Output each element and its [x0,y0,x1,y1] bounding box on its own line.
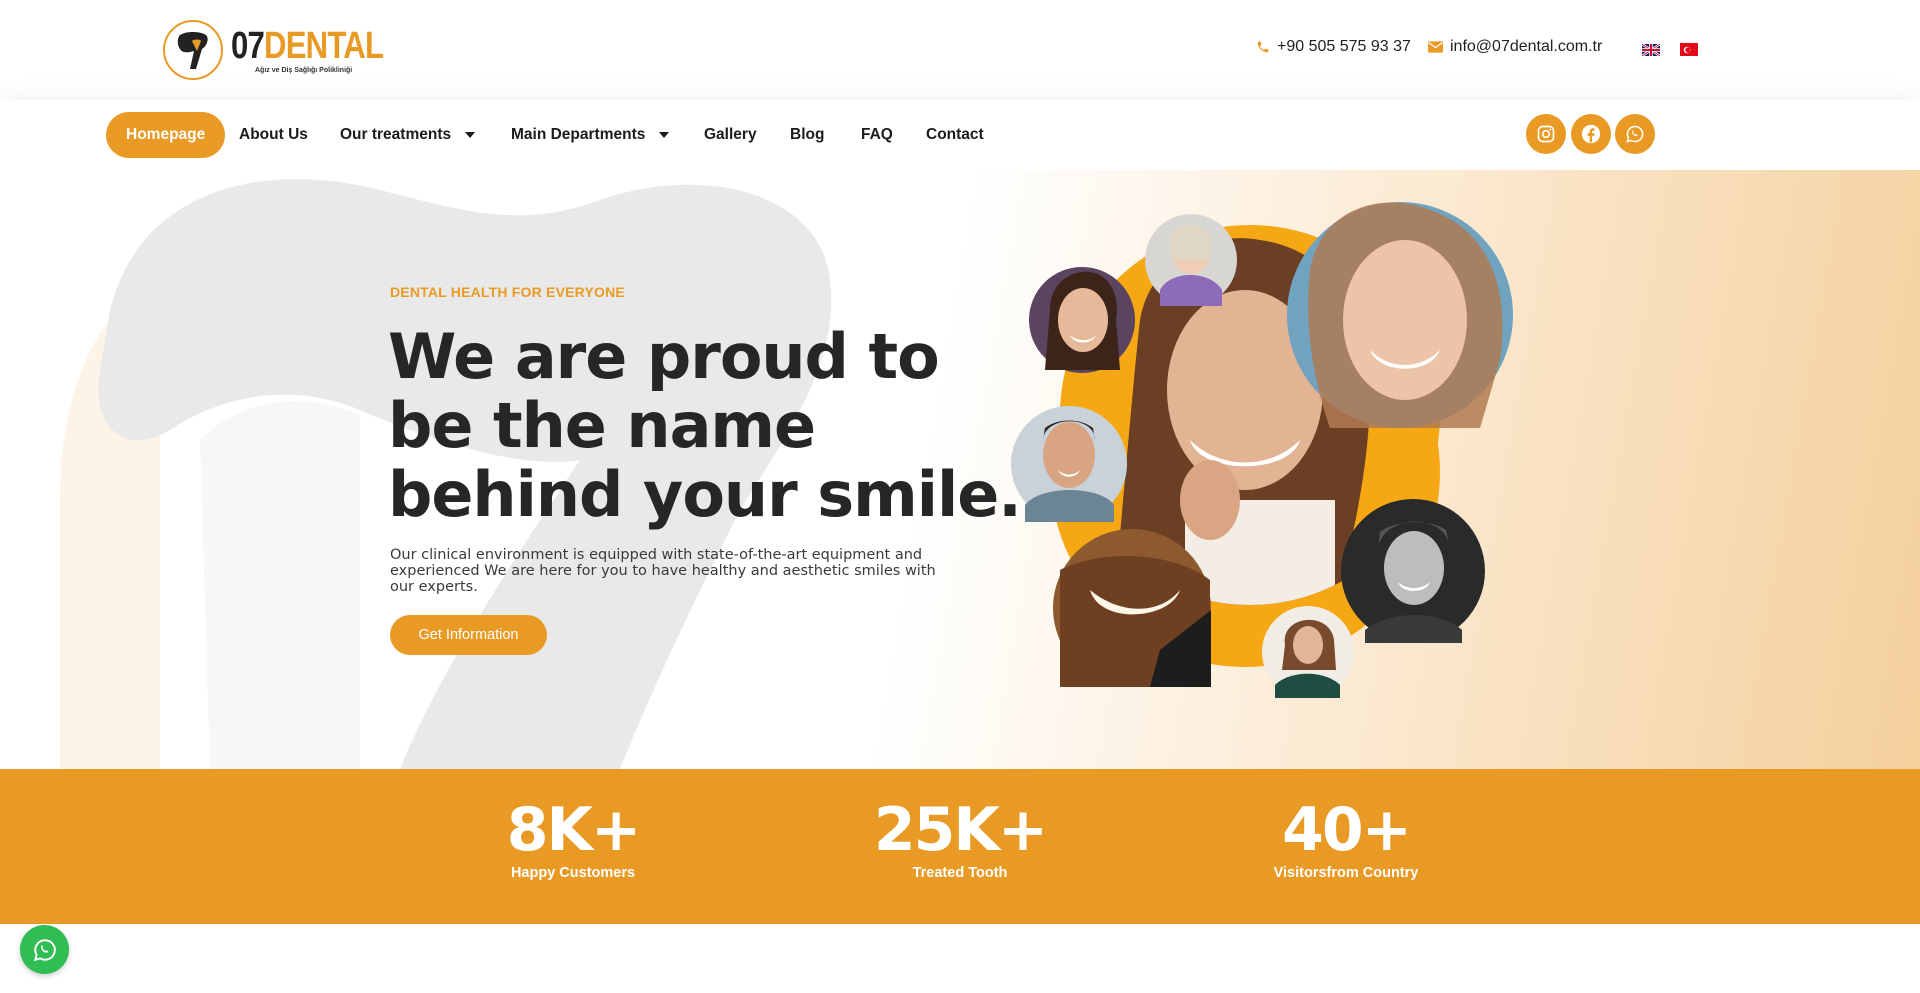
logo-tagline: Ağız ve Diş Sağlığı Polikliniği [255,66,353,74]
nav-item-contact[interactable]: Contact [926,112,984,158]
stat-value: 40+ [1282,795,1412,865]
portrait-photo-left-middle [1011,406,1127,522]
logo-wordmark: 07DENTAL [231,24,384,67]
phone-link[interactable]: +90 505 575 93 37 [1256,38,1411,56]
nav-label: Homepage [126,126,206,143]
stats-section: 8K+ Happy Customers 25K+ Treated Tooth 4… [0,769,1920,924]
stat-label: Happy Customers [510,865,636,881]
stat-value: 8K+ [506,795,642,865]
top-bar: 07DENTAL Ağız ve Diş Sağlığı Polikliniği… [0,0,1920,100]
logo-name: DENTAL [264,24,384,67]
nav-item-homepage[interactable]: Homepage [106,112,226,158]
smile-photo-collage [1011,202,1513,698]
facebook-icon[interactable] [1571,114,1611,154]
phone-number: +90 505 575 93 37 [1277,38,1411,55]
nav-label: Contact [926,126,984,143]
nav-label: About Us [239,126,308,143]
chevron-down-icon [659,132,670,138]
hero-section: DENTAL HEALTH FOR EVERYONE We are proud … [0,170,1920,769]
portrait-photo-top-small [1145,214,1237,306]
nav-item-main-departments[interactable]: Main Departments [511,112,670,158]
stat-visitors-country: 40+ Visitorsfrom Country [1226,797,1466,881]
main-navigation: Homepage About Us Our treatments Main De… [0,100,1920,170]
nav-label: FAQ [861,126,893,143]
email-link[interactable]: info@07dental.com.tr [1428,38,1602,56]
portrait-photo-bottom-left [1053,529,1211,687]
portrait-photo-left-top [1029,267,1135,373]
email-address: info@07dental.com.tr [1450,38,1603,55]
nav-item-blog[interactable]: Blog [790,112,824,158]
nav-label: Main Departments [511,126,646,143]
stat-label: Treated Tooth [912,865,1008,881]
tooth-logo-icon [163,20,223,80]
floating-whatsapp-button[interactable] [20,925,69,974]
envelope-icon [1428,41,1443,53]
phone-icon [1256,40,1270,54]
stat-treated-tooth: 25K+ Treated Tooth [840,797,1080,881]
nav-item-gallery[interactable]: Gallery [704,112,757,158]
chevron-down-icon [465,132,476,138]
nav-label: Blog [790,126,825,143]
stat-label: Visitorsfrom Country [1273,865,1419,881]
nav-label: Gallery [704,126,757,143]
nav-item-our-treatments[interactable]: Our treatments [340,112,476,158]
nav-item-about-us[interactable]: About Us [239,112,308,158]
logo-number: 07 [231,24,265,67]
stat-happy-customers: 8K+ Happy Customers [453,797,693,881]
instagram-icon[interactable] [1526,114,1566,154]
portrait-photo-bottom-small [1262,606,1354,698]
nav-item-faq[interactable]: FAQ [861,112,893,158]
stat-value: 25K+ [873,795,1048,865]
whatsapp-icon [33,938,56,961]
whatsapp-icon[interactable] [1615,114,1655,154]
english-flag-icon[interactable] [1641,43,1661,57]
nav-label: Our treatments [340,126,452,143]
portrait-photo-top-right [1287,202,1513,428]
site-logo[interactable]: 07DENTAL Ağız ve Diş Sağlığı Polikliniği [163,18,417,82]
turkish-flag-icon[interactable] [1680,43,1698,56]
portrait-photo-right-bw [1341,499,1485,643]
